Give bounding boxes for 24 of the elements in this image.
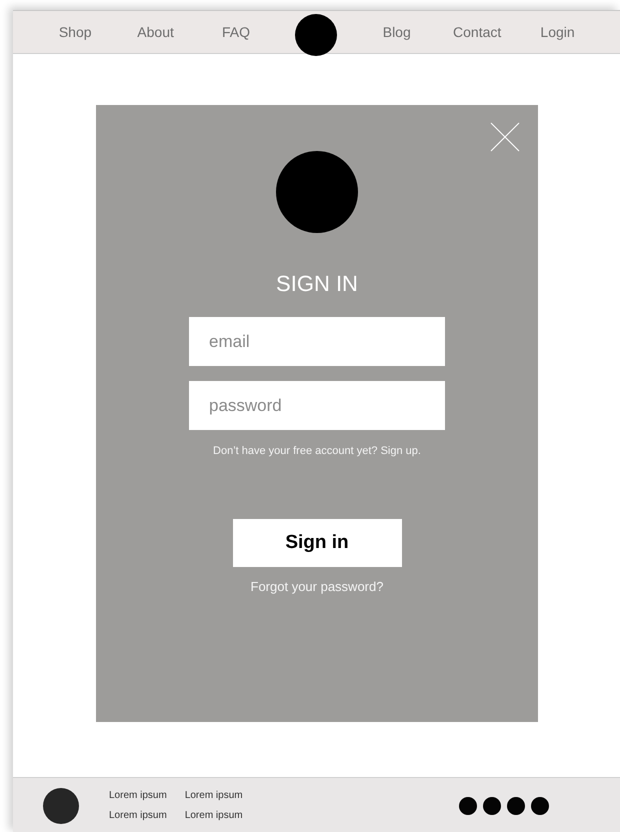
footer-link[interactable]: Lorem ipsum xyxy=(184,790,243,801)
nav-link[interactable]: Shop xyxy=(58,24,92,40)
nav-link[interactable]: Contact xyxy=(453,24,502,40)
social-icon[interactable] xyxy=(506,796,525,814)
social-icon[interactable] xyxy=(530,796,549,814)
social-icon[interactable] xyxy=(458,796,477,814)
footer-link[interactable]: Lorem ipsum xyxy=(109,790,167,801)
footer-link[interactable]: Lorem ipsum xyxy=(184,810,243,821)
forgot-password-link[interactable]: Forgot your password? xyxy=(250,579,384,594)
nav-link[interactable]: Login xyxy=(540,24,575,40)
modal-title: SIGN IN xyxy=(276,271,358,297)
email-field[interactable]: email xyxy=(189,317,445,366)
nav-link[interactable]: Blog xyxy=(382,24,411,40)
nav-link[interactable]: About xyxy=(137,24,174,40)
nav-link[interactable]: FAQ xyxy=(222,24,250,40)
footer-logo-icon xyxy=(43,788,79,824)
signup-prompt: Don’t have your free account yet? xyxy=(213,445,378,457)
footer-link[interactable]: Lorem ipsum xyxy=(109,810,167,821)
password-field[interactable]: password xyxy=(189,381,445,430)
close-icon[interactable] xyxy=(490,122,520,152)
logo-icon[interactable] xyxy=(295,14,338,56)
signup-link[interactable]: Sign up. xyxy=(380,445,421,457)
social-icon[interactable] xyxy=(482,796,501,814)
sign-in-button[interactable]: Sign in xyxy=(232,519,402,567)
